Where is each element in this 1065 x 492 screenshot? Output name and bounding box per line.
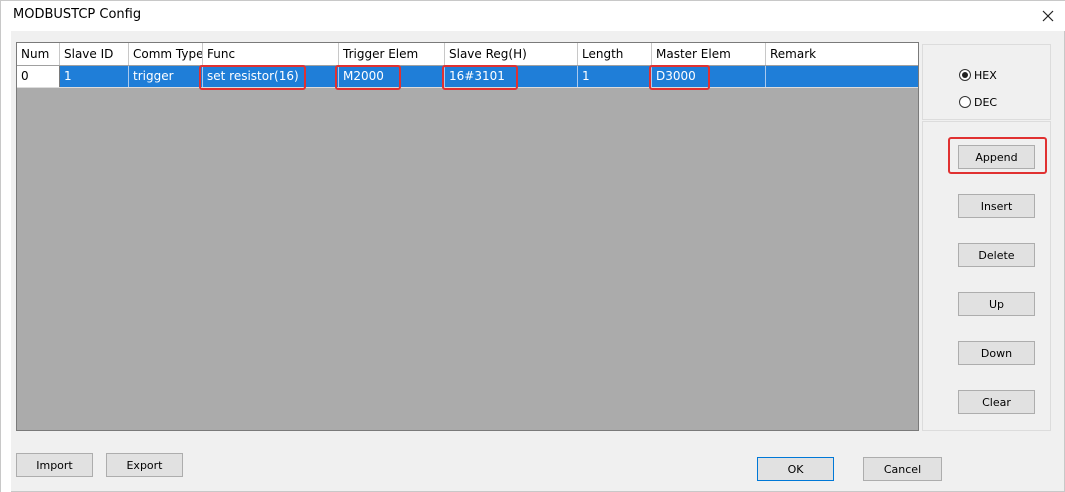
hex-radio[interactable]: HEX — [959, 67, 1039, 83]
clear-button[interactable]: Clear — [958, 390, 1035, 414]
table-row[interactable]: 0 1 trigger set resistor(16) M2000 16#31… — [17, 66, 918, 88]
dec-radio-label: DEC — [974, 95, 998, 109]
export-button[interactable]: Export — [106, 453, 183, 477]
cell-slave-id[interactable]: 1 — [60, 66, 129, 87]
up-button[interactable]: Up — [958, 292, 1035, 316]
title-bar: MODBUSTCP Config — [1, 1, 1065, 31]
cell-func[interactable]: set resistor(16) — [203, 66, 339, 87]
column-header-master-elem[interactable]: Master Elem — [652, 43, 766, 65]
cell-remark[interactable] — [766, 66, 918, 87]
column-header-func[interactable]: Func — [203, 43, 339, 65]
close-button[interactable] — [1030, 1, 1065, 31]
left-edge — [1, 31, 11, 492]
column-header-trigger-elem[interactable]: Trigger Elem — [339, 43, 445, 65]
append-button[interactable]: Append — [958, 145, 1035, 169]
window-title: MODBUSTCP Config — [13, 7, 142, 22]
cell-num[interactable]: 0 — [17, 66, 60, 87]
column-header-slave-id[interactable]: Slave ID — [60, 43, 129, 65]
cancel-button[interactable]: Cancel — [863, 457, 942, 481]
cell-comm-type[interactable]: trigger — [129, 66, 203, 87]
table-header: Num Slave ID Comm Type Func Trigger Elem… — [17, 43, 918, 66]
modbustcp-config-dialog: MODBUSTCP Config Num Slave ID Comm Type … — [0, 0, 1065, 492]
column-header-length[interactable]: Length — [578, 43, 652, 65]
delete-button[interactable]: Delete — [958, 243, 1035, 267]
column-header-comm-type[interactable]: Comm Type — [129, 43, 203, 65]
modbus-table[interactable]: Num Slave ID Comm Type Func Trigger Elem… — [16, 42, 919, 431]
insert-button[interactable]: Insert — [958, 194, 1035, 218]
radio-selected-icon — [959, 69, 971, 81]
column-header-slave-reg[interactable]: Slave Reg(H) — [445, 43, 578, 65]
column-header-num[interactable]: Num — [17, 43, 60, 65]
cell-trigger-elem[interactable]: M2000 — [339, 66, 445, 87]
import-button[interactable]: Import — [16, 453, 93, 477]
column-header-remark[interactable]: Remark — [766, 43, 918, 65]
cell-length[interactable]: 1 — [578, 66, 652, 87]
dec-radio[interactable]: DEC — [959, 94, 1039, 110]
down-button[interactable]: Down — [958, 341, 1035, 365]
radio-unselected-icon — [959, 96, 971, 108]
close-icon — [1042, 10, 1054, 22]
ok-button[interactable]: OK — [757, 457, 834, 481]
cell-master-elem[interactable]: D3000 — [652, 66, 766, 87]
cell-slave-reg[interactable]: 16#3101 — [445, 66, 578, 87]
hex-radio-label: HEX — [974, 68, 997, 82]
